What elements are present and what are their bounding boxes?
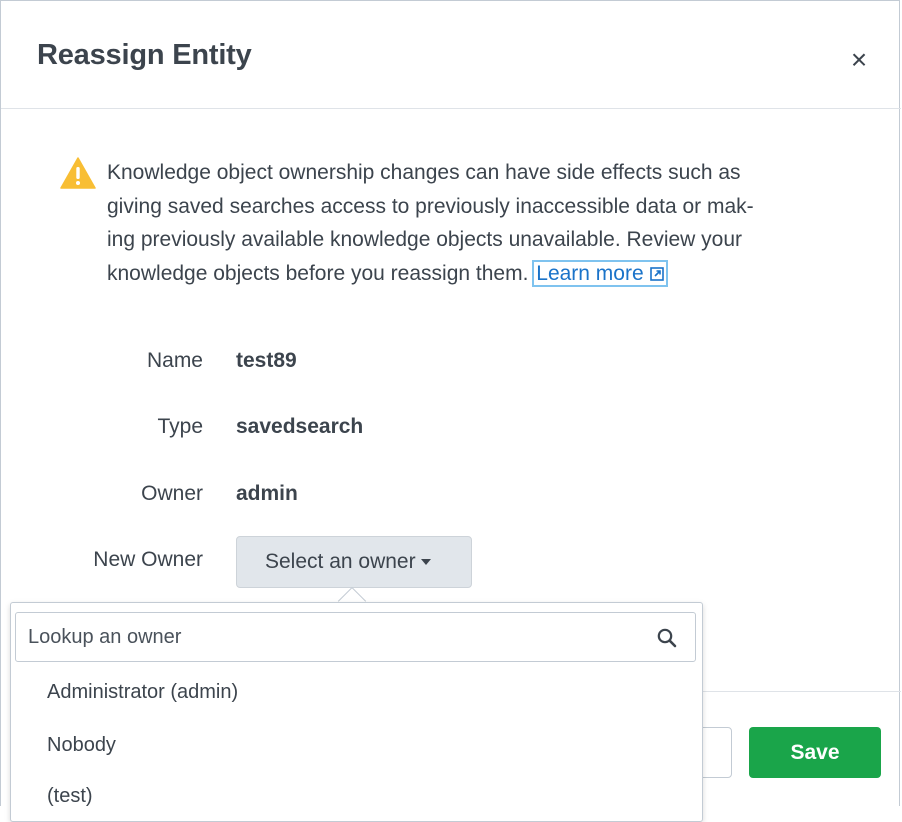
caret-down-icon bbox=[420, 559, 431, 565]
owner-option[interactable]: Administrator (admin) bbox=[47, 681, 238, 704]
reassign-entity-dialog: Reassign Entity × Knowledge object owner… bbox=[0, 0, 901, 822]
search-icon bbox=[657, 628, 677, 648]
save-button[interactable]: Save bbox=[749, 727, 881, 778]
warning-line: ing previously available knowledge objec… bbox=[107, 228, 743, 251]
external-link-icon[interactable] bbox=[649, 266, 664, 281]
owner-dropdown: Administrator (admin) Nobody (test) bbox=[10, 602, 703, 822]
close-icon[interactable]: × bbox=[844, 45, 874, 75]
owner-option[interactable]: Nobody bbox=[47, 734, 116, 757]
warning-line: giving saved searches access to previous… bbox=[107, 194, 754, 218]
warning-message: Knowledge object ownership changes can h… bbox=[107, 156, 827, 290]
warning-line-text: knowledge objects before you reassign th… bbox=[107, 261, 529, 285]
owner-search-input[interactable] bbox=[16, 613, 636, 661]
owner-select-button[interactable]: Select an owner bbox=[236, 536, 472, 588]
name-value: test89 bbox=[236, 349, 297, 372]
warning-line: Knowledge object ownership changes can h… bbox=[107, 161, 741, 184]
dialog-header: Reassign Entity × bbox=[1, 1, 901, 109]
learn-more-label[interactable]: Learn more bbox=[536, 262, 643, 285]
name-label: Name bbox=[146, 349, 203, 372]
warning-line-last: knowledge objects before you reassign th… bbox=[107, 257, 827, 291]
owner-select-label: Select an owner bbox=[265, 550, 416, 573]
footer-divider bbox=[701, 691, 901, 692]
type-value: savedsearch bbox=[236, 415, 364, 438]
owner-label: Owner bbox=[141, 482, 203, 505]
dialog-title: Reassign Entity bbox=[37, 39, 252, 71]
warning-triangle-icon bbox=[60, 157, 96, 189]
owner-value: admin bbox=[236, 482, 298, 505]
owner-option[interactable]: (test) bbox=[47, 785, 93, 808]
new-owner-label: New Owner bbox=[93, 548, 203, 571]
learn-more-link[interactable]: Learn more bbox=[532, 259, 668, 287]
owner-search-box[interactable] bbox=[15, 612, 696, 662]
type-label: Type bbox=[157, 415, 203, 438]
